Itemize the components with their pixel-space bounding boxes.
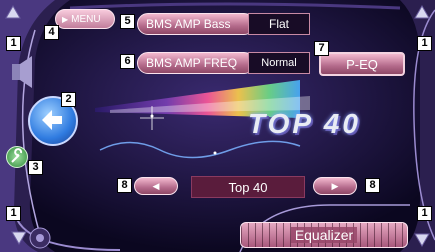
callout-8-right: 8 xyxy=(365,178,380,193)
preset-prev-button[interactable]: ◀ xyxy=(134,177,178,195)
preset-name-display: Top 40 xyxy=(191,176,305,198)
setup-button[interactable] xyxy=(6,146,28,168)
bms-amp-freq-button[interactable]: BMS AMP FREQ xyxy=(137,52,255,74)
bms-amp-freq-value: Normal xyxy=(248,52,310,74)
album-art: TOP 40 xyxy=(248,106,398,142)
scroll-up-left-icon[interactable] xyxy=(4,4,22,22)
callout-6: 6 xyxy=(120,54,135,69)
wrench-icon xyxy=(11,148,23,163)
bms-amp-bass-value-text: Flat xyxy=(268,17,289,31)
bms-amp-bass-value: Flat xyxy=(248,13,310,35)
bms-amp-bass-label: BMS AMP Bass xyxy=(146,17,231,31)
speaker-icon[interactable] xyxy=(8,54,44,90)
scroll-down-right-icon[interactable] xyxy=(413,230,431,248)
menu-button-label: MENU xyxy=(71,13,101,25)
equalizer-label: Equalizer xyxy=(290,227,358,243)
bms-amp-freq-label: BMS AMP FREQ xyxy=(146,56,238,70)
p-eq-label: P-EQ xyxy=(346,56,378,72)
callout-7: 7 xyxy=(314,41,329,56)
callout-1-top-left: 1 xyxy=(6,36,21,51)
equalizer-screen: TOP 40 ▶ MENU BMS AMP Bass Flat BMS AMP … xyxy=(0,0,435,252)
callout-3: 3 xyxy=(28,160,43,175)
bms-amp-bass-button[interactable]: BMS AMP Bass xyxy=(137,13,255,35)
chevron-left-icon: ◀ xyxy=(152,180,160,191)
scroll-up-right-icon[interactable] xyxy=(413,4,431,22)
menu-button[interactable]: ▶ MENU xyxy=(55,9,115,29)
callout-5: 5 xyxy=(120,14,135,29)
p-eq-button[interactable]: P-EQ xyxy=(319,52,405,76)
knob-icon[interactable] xyxy=(28,226,52,250)
bms-amp-freq-value-text: Normal xyxy=(261,57,297,69)
preset-next-button[interactable]: ▶ xyxy=(313,177,357,195)
play-icon: ▶ xyxy=(62,14,69,24)
callout-4: 4 xyxy=(44,25,59,40)
callout-8-left: 8 xyxy=(117,178,132,193)
callout-1-top-right: 1 xyxy=(417,36,432,51)
callout-1-bottom-left: 1 xyxy=(6,206,21,221)
equalizer-button[interactable]: Equalizer xyxy=(240,222,408,248)
callout-2: 2 xyxy=(61,92,76,107)
album-art-title: TOP 40 xyxy=(248,108,361,139)
callout-1-bottom-right: 1 xyxy=(417,206,432,221)
scroll-down-left-icon[interactable] xyxy=(10,228,28,246)
preset-name: Top 40 xyxy=(228,179,268,195)
chevron-right-icon: ▶ xyxy=(331,180,339,191)
